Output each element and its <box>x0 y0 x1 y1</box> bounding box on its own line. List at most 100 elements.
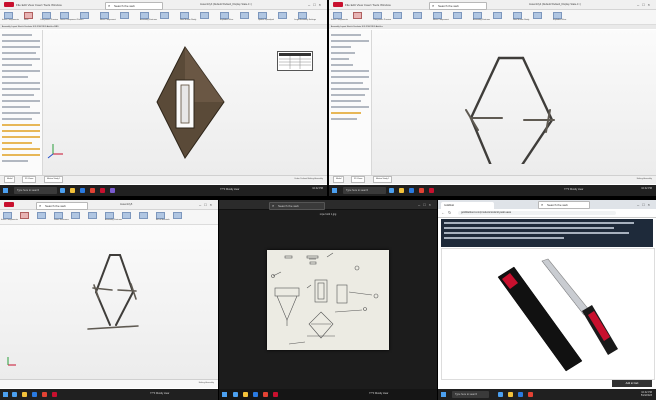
tree-item[interactable] <box>331 58 349 60</box>
back-icon[interactable]: ← <box>441 210 445 215</box>
tree-item[interactable] <box>2 112 40 114</box>
tree-item[interactable] <box>2 130 40 132</box>
task-view-icon[interactable] <box>389 188 394 193</box>
tree-item[interactable] <box>2 148 40 150</box>
insert-components-icon[interactable] <box>3 212 12 219</box>
graphics-area[interactable] <box>372 30 656 175</box>
windows-start-icon[interactable] <box>441 392 446 397</box>
rope-frame[interactable] <box>469 56 554 170</box>
tab-motion-study[interactable]: Motion Study 1 <box>44 176 64 183</box>
file-explorer-icon[interactable] <box>243 392 248 397</box>
assembly-features-icon[interactable] <box>140 12 149 19</box>
mate-icon[interactable] <box>24 12 33 19</box>
solidworks-taskbar-icon[interactable] <box>429 188 434 193</box>
component-preview-icon[interactable] <box>373 12 382 19</box>
taskbar-search[interactable]: Type here to search <box>343 187 386 194</box>
tree-item[interactable] <box>331 64 353 66</box>
show-hidden-icon[interactable] <box>120 12 129 19</box>
linear-pattern-icon[interactable] <box>60 12 69 19</box>
tree-item[interactable] <box>331 46 351 48</box>
linear-pattern-icon[interactable] <box>393 12 402 19</box>
tree-item[interactable] <box>2 94 34 96</box>
tree-item[interactable] <box>2 58 40 60</box>
mate-icon[interactable] <box>353 12 362 19</box>
refresh-icon[interactable]: ↻ <box>448 210 451 215</box>
tree-item[interactable] <box>331 100 361 102</box>
move-component-icon[interactable] <box>100 12 109 19</box>
window-controls[interactable]: –□× <box>199 202 215 207</box>
window-controls[interactable]: –□× <box>308 2 324 7</box>
clock[interactable]: 10:42 PM 5/24/2023 <box>641 391 652 397</box>
tree-item[interactable] <box>331 76 369 78</box>
file-explorer-icon[interactable] <box>70 188 75 193</box>
menu-bar[interactable]: File Edit View Insert Tools Window <box>345 3 391 7</box>
photo-canvas[interactable] <box>267 250 389 350</box>
bom-icon[interactable] <box>200 12 209 19</box>
motion-study-icon[interactable] <box>180 12 189 19</box>
weather-widget[interactable]: 77°F Mostly clear <box>564 188 583 191</box>
chrome-icon[interactable] <box>419 188 424 193</box>
windows-start-icon[interactable] <box>332 188 337 193</box>
tab-3d-views[interactable]: 3D Views <box>22 176 37 183</box>
exploded-view-icon[interactable] <box>220 12 229 19</box>
weather-widget[interactable]: 77°F Mostly clear <box>369 392 388 395</box>
edge-icon[interactable] <box>253 392 258 397</box>
model-view[interactable] <box>0 225 218 380</box>
update-speedpak-icon[interactable] <box>258 12 267 19</box>
edge-icon[interactable] <box>32 392 37 397</box>
task-view-icon[interactable] <box>498 392 503 397</box>
tab-model[interactable]: Model <box>333 176 345 183</box>
tree-item[interactable] <box>2 76 28 78</box>
move-component-icon[interactable] <box>433 12 442 19</box>
window-controls[interactable]: –□× <box>637 2 653 7</box>
menu-bar[interactable]: File Edit View Insert Tools Window <box>16 3 62 7</box>
file-explorer-icon[interactable] <box>22 392 27 397</box>
tree-item[interactable] <box>331 94 365 96</box>
tree-item[interactable] <box>2 106 30 108</box>
tree-item[interactable] <box>331 40 369 42</box>
file-explorer-icon[interactable] <box>508 392 513 397</box>
tab-3d-views[interactable]: 3D Views <box>351 176 366 183</box>
show-hidden-icon[interactable] <box>453 12 462 19</box>
insert-components-icon[interactable] <box>4 12 13 19</box>
task-view-icon[interactable] <box>60 188 65 193</box>
cross-handles[interactable] <box>465 109 555 133</box>
file-explorer-icon[interactable] <box>399 188 404 193</box>
search-box[interactable]: ⌕ Search the web <box>105 2 163 10</box>
chrome-icon[interactable] <box>42 392 47 397</box>
tree-item[interactable] <box>331 34 361 36</box>
smart-fasteners-icon[interactable] <box>54 212 63 219</box>
add-to-cart-button[interactable]: Add to Cart <box>612 380 652 387</box>
tree-item[interactable] <box>331 52 355 54</box>
windows-start-icon[interactable] <box>222 392 227 397</box>
task-view-icon[interactable] <box>233 392 238 397</box>
tree-item[interactable] <box>331 70 369 72</box>
command-tabs[interactable]: Assembly Layout Sketch Evaluate SOLIDWOR… <box>329 25 656 29</box>
search-box[interactable]: ⌕ Search the web <box>538 201 590 209</box>
search-box[interactable]: ⌕ Search the web <box>36 202 88 210</box>
reference-geometry-icon[interactable] <box>122 212 131 219</box>
cross-handles[interactable] <box>87 283 139 330</box>
app-icon[interactable] <box>110 188 115 193</box>
taskbar-search[interactable]: Type here to search <box>14 187 57 194</box>
weather-widget[interactable]: 77°F Mostly clear <box>150 392 169 395</box>
smart-fasteners-icon[interactable] <box>80 12 89 19</box>
tree-item[interactable] <box>331 82 363 84</box>
bom-icon[interactable] <box>156 212 165 219</box>
tree-item[interactable] <box>2 40 40 42</box>
solidworks-taskbar-icon[interactable] <box>52 392 57 397</box>
search-box[interactable]: ⌕ Search the web <box>429 2 487 10</box>
tree-item[interactable] <box>2 118 32 120</box>
window-controls[interactable]: –□× <box>637 202 653 207</box>
show-hidden-icon[interactable] <box>88 212 97 219</box>
tab-model[interactable]: Model <box>4 176 16 183</box>
motion-study-icon[interactable] <box>139 212 148 219</box>
tree-item[interactable] <box>2 34 32 36</box>
windows-start-icon[interactable] <box>3 188 8 193</box>
tree-item[interactable] <box>2 154 40 156</box>
solidworks-taskbar-icon[interactable] <box>100 188 105 193</box>
model-view[interactable] <box>372 30 656 170</box>
tree-item[interactable] <box>331 112 361 114</box>
bom-icon[interactable] <box>533 12 542 19</box>
chrome-icon[interactable] <box>263 392 268 397</box>
